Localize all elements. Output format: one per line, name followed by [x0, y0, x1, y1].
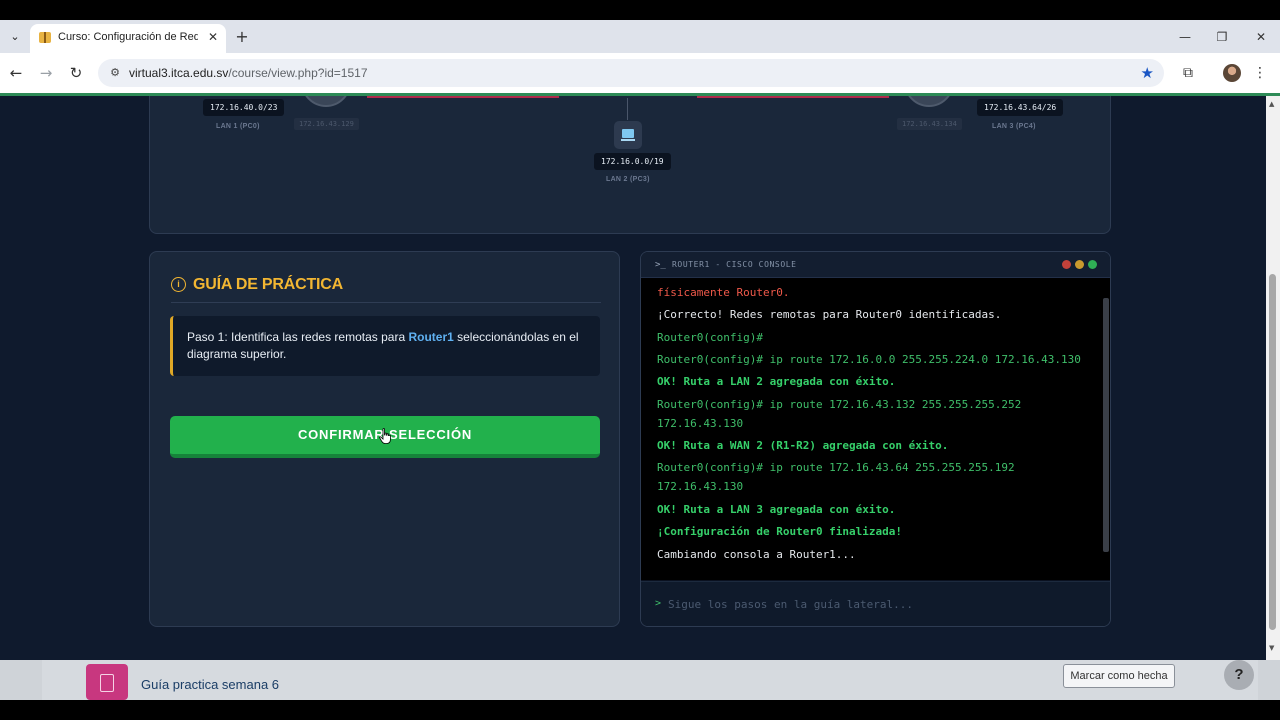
step-router-name: Router1 — [408, 330, 454, 344]
bottom-black-bar — [0, 700, 1280, 720]
red-dot-icon — [1062, 260, 1071, 269]
bookmark-star-icon[interactable]: ★ — [1141, 64, 1154, 82]
menu-icon[interactable]: ⋮ — [1252, 63, 1268, 83]
router0-node[interactable] — [301, 96, 351, 107]
green-dot-icon — [1088, 260, 1097, 269]
url-text[interactable]: virtual3.itca.edu.sv/course/view.php?id=… — [129, 66, 368, 80]
tab-strip: ⌄ Curso: Configuración de Redes ✕ + — ❐ … — [0, 20, 1280, 53]
tab-list-icon[interactable]: ⌄ — [6, 28, 24, 46]
guide-title: GUÍA DE PRÁCTICA — [193, 276, 343, 293]
terminal-prompt-icon: >_ — [655, 260, 666, 270]
console-line: físicamente Router0. — [657, 286, 790, 299]
browser-toolbar: ← → ↻ ⚙ virtual3.itca.edu.sv/course/view… — [0, 53, 1280, 93]
console-input-placeholder: Sigue los pasos en la guía lateral... — [668, 598, 914, 611]
scroll-up-icon[interactable]: ▲ — [1269, 100, 1274, 108]
lan2-link — [627, 98, 628, 120]
assignment-icon[interactable] — [86, 664, 128, 700]
console-input[interactable]: > Sigue los pasos en la guía lateral... — [641, 581, 1110, 626]
console-line: 172.16.43.130 — [657, 417, 744, 430]
help-button[interactable]: ? — [1224, 660, 1254, 690]
console-line: Router0(config)# ip route 172.16.43.64 2… — [657, 461, 1015, 474]
scroll-down-icon[interactable]: ▼ — [1269, 644, 1274, 652]
console-line: ¡Configuración de Router0 finalizada! — [657, 525, 903, 538]
console-header: >_ ROUTER1 - CISCO CONSOLE — [641, 252, 1110, 278]
browser-tab[interactable]: Curso: Configuración de Redes ✕ — [30, 24, 226, 53]
pc3-icon[interactable] — [614, 121, 642, 149]
reload-icon[interactable]: ↻ — [66, 63, 86, 83]
tab-title: Curso: Configuración de Redes — [58, 31, 198, 43]
console-output[interactable]: físicamente Router0. ¡Correcto! Redes rem… — [641, 278, 1110, 580]
info-icon: i — [171, 277, 186, 292]
wan-link-left[interactable] — [367, 96, 559, 98]
console-line: ¡Correcto! Redes remotas para Router0 id… — [657, 308, 1002, 321]
close-window-icon[interactable]: ✕ — [1251, 28, 1271, 46]
screen: ⌄ Curso: Configuración de Redes ✕ + — ❐ … — [0, 0, 1280, 720]
back-icon[interactable]: ← — [6, 63, 26, 83]
moodle-favicon-icon — [39, 32, 51, 43]
restore-icon[interactable]: ❐ — [1212, 28, 1232, 46]
course-activity-bar: Guía practica semana 6 Marcar como hecha… — [0, 660, 1280, 700]
console-line: 172.16.43.130 — [657, 480, 744, 493]
lan1-network-chip[interactable]: 172.16.40.0/23 — [203, 99, 285, 116]
lan1-label: LAN 1 (PC0) — [216, 123, 260, 130]
close-icon[interactable]: ✕ — [205, 29, 221, 45]
console-line: Router0(config)# — [657, 331, 763, 344]
scrollbar-thumb[interactable] — [1269, 274, 1276, 630]
console-line: OK! Ruta a WAN 2 (R1-R2) agregada con éx… — [657, 439, 949, 452]
page-scrollbar[interactable]: ▲ ▼ — [1266, 96, 1280, 660]
hand-cursor-icon — [379, 428, 391, 444]
site-info-icon[interactable]: ⚙ — [107, 65, 123, 81]
guide-divider — [171, 302, 601, 303]
page-viewport: 172.16.40.0/23 LAN 1 (PC0) 172.16.43.129… — [0, 93, 1280, 660]
top-black-bar — [0, 0, 1280, 20]
console-line: Router0(config)# ip route 172.16.0.0 255… — [657, 353, 1081, 366]
console-line: OK! Ruta a LAN 2 agregada con éxito. — [657, 375, 896, 388]
mark-as-done-button[interactable]: Marcar como hecha — [1063, 664, 1175, 688]
lan3-network-chip[interactable]: 172.16.43.64/26 — [977, 99, 1064, 116]
step-instruction-box: Paso 1: Identifica las redes remotas par… — [170, 316, 600, 376]
address-bar[interactable]: ⚙ virtual3.itca.edu.sv/course/view.php?i… — [98, 59, 1164, 87]
network-diagram: 172.16.40.0/23 LAN 1 (PC0) 172.16.43.129… — [149, 96, 1111, 234]
console-title: ROUTER1 - CISCO CONSOLE — [672, 260, 797, 269]
extensions-icon[interactable]: ⧉ — [1178, 63, 1198, 83]
console-line: OK! Ruta a LAN 3 agregada con éxito. — [657, 503, 896, 516]
lan2-label: LAN 2 (PC3) — [606, 176, 650, 183]
lan3-label: LAN 3 (PC4) — [992, 123, 1036, 130]
console-line: Router0(config)# ip route 172.16.43.132 … — [657, 398, 1022, 411]
profile-avatar[interactable] — [1223, 64, 1241, 82]
step-text: Paso 1: Identifica las redes remotas par… — [187, 329, 593, 363]
input-chevron-icon: > — [655, 598, 662, 609]
new-tab-icon[interactable]: + — [233, 28, 251, 46]
router-console: >_ ROUTER1 - CISCO CONSOLE físicamente R… — [640, 251, 1111, 627]
forward-icon[interactable]: → — [36, 63, 56, 83]
minimize-icon[interactable]: — — [1175, 28, 1195, 46]
console-scrollbar[interactable] — [1103, 298, 1109, 552]
console-line: Cambiando consola a Router1... — [657, 548, 856, 561]
faint-ip-left: 172.16.43.129 — [294, 118, 359, 130]
wan-link-right[interactable] — [697, 96, 889, 98]
practice-guide-panel: i GUÍA DE PRÁCTICA Paso 1: Identifica la… — [149, 251, 620, 627]
url-path: /course/view.php?id=1517 — [228, 66, 368, 80]
step-prefix: Paso 1: Identifica las redes remotas par… — [187, 330, 409, 344]
url-host: virtual3.itca.edu.sv — [129, 66, 229, 80]
faint-ip-right: 172.16.43.134 — [897, 118, 962, 130]
yellow-dot-icon — [1075, 260, 1084, 269]
activity-title[interactable]: Guía practica semana 6 — [141, 677, 279, 692]
router2-node[interactable] — [904, 96, 954, 107]
lan2-network-chip[interactable]: 172.16.0.0/19 — [594, 153, 671, 170]
